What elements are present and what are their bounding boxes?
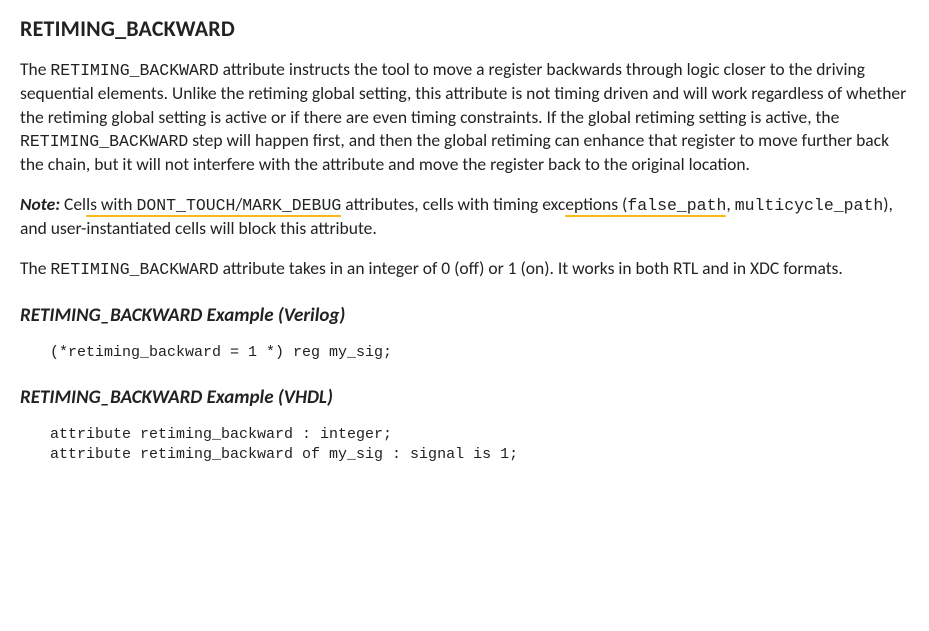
code-inline: false_path xyxy=(627,196,726,215)
paragraph-note: Note: Cells with DONT_TOUCH/MARK_DEBUG a… xyxy=(20,193,909,241)
page-title: RETIMING_BACKWARD xyxy=(20,14,909,44)
paragraph-usage: The RETIMING_BACKWARD attribute takes in… xyxy=(20,257,909,281)
text: eptions ( xyxy=(565,193,627,215)
text: Cel xyxy=(60,193,86,215)
code-inline: DONT_TOUCH xyxy=(136,196,235,215)
text: ed cells will block this attribute. xyxy=(153,217,377,239)
note-label: Note: xyxy=(20,193,60,215)
heading-vhdl-example: RETIMING_BACKWARD Example (VHDL) xyxy=(20,385,909,411)
code-block-vhdl: attribute retiming_backward : integer; a… xyxy=(50,425,909,466)
highlighted-text: ls with DONT_TOUCH/MARK_DEBUG xyxy=(86,193,341,215)
text: The xyxy=(20,257,50,279)
text: ls with xyxy=(86,193,136,215)
text: attribute takes in an integer of 0 (off)… xyxy=(219,257,843,279)
text: The xyxy=(20,58,50,80)
code-inline: RETIMING_BACKWARD xyxy=(50,61,218,80)
code-inline: MARK_DEBUG xyxy=(242,196,341,215)
paragraph-intro: The RETIMING_BACKWARD attribute instruct… xyxy=(20,58,909,177)
code-inline: RETIMING_BACKWARD xyxy=(50,260,218,279)
code-inline: RETIMING_BACKWARD xyxy=(20,132,188,151)
text: attributes, cells with timing exc xyxy=(341,193,565,215)
heading-verilog-example: RETIMING_BACKWARD Example (Verilog) xyxy=(20,303,909,329)
text: , xyxy=(726,193,734,215)
highlighted-text: eptions (false_path xyxy=(565,193,726,215)
code-inline: multicycle_path xyxy=(735,196,884,215)
code-block-verilog: (*retiming_backward = 1 *) reg my_sig; xyxy=(50,343,909,363)
